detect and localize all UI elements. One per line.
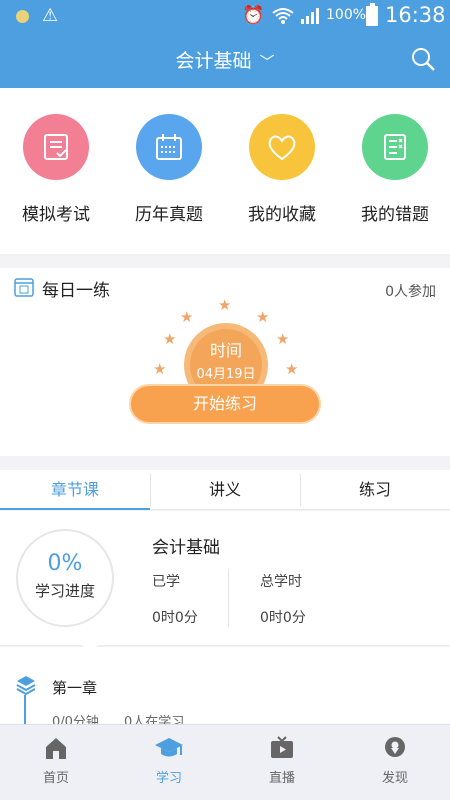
notification-dot-icon bbox=[16, 10, 29, 23]
divider bbox=[228, 569, 229, 627]
page-title: 会计基础 bbox=[175, 50, 252, 72]
course-summary: 0% 学习进度 会计基础 已学 0时0分 总学时 0时0分 bbox=[0, 511, 450, 655]
mock-exam-button[interactable]: 模拟考试 bbox=[0, 114, 112, 225]
wrong-list-icon bbox=[362, 114, 428, 180]
chapter-title: 第一章 bbox=[52, 679, 98, 697]
tab-chapters[interactable]: 章节课 bbox=[0, 470, 150, 510]
tab-practice[interactable]: 练习 bbox=[300, 470, 450, 510]
search-icon[interactable] bbox=[410, 46, 436, 72]
heart-icon bbox=[249, 114, 315, 180]
mock-exam-label: 模拟考试 bbox=[22, 205, 90, 225]
nav-study[interactable]: 学习 bbox=[113, 735, 225, 786]
star-icon: ★ bbox=[163, 330, 177, 348]
wrong-answers-button[interactable]: 我的错题 bbox=[339, 114, 450, 225]
past-exams-label: 历年真题 bbox=[135, 205, 203, 225]
clock: 16:38 bbox=[385, 3, 446, 27]
course-title: 会计基础 bbox=[152, 538, 220, 558]
star-icon: ★ bbox=[218, 296, 232, 314]
progress-label: 学习进度 bbox=[34, 582, 95, 600]
alarm-icon: ⏰ bbox=[242, 5, 265, 26]
star-icon: ★ bbox=[276, 330, 290, 348]
chevron-down-icon: ﹀ bbox=[259, 53, 275, 71]
total-hours-label: 总学时 bbox=[260, 574, 302, 590]
past-exams-button[interactable]: 历年真题 bbox=[113, 114, 225, 225]
signal-icon bbox=[301, 8, 319, 24]
bottom-nav: 首页 学习 直播 发现 bbox=[0, 724, 450, 800]
graduation-cap-icon bbox=[155, 738, 183, 757]
timeline-line bbox=[24, 695, 26, 727]
status-bar: ⚠ ⏰ 100% 16:38 bbox=[0, 0, 450, 32]
battery-level: 100% bbox=[326, 7, 367, 23]
star-icon: ★ bbox=[153, 360, 167, 378]
studied-label: 已学 bbox=[152, 574, 180, 590]
studied-value: 0时0分 bbox=[152, 610, 198, 626]
location-pin-icon bbox=[385, 737, 405, 757]
nav-discover-label: 发现 bbox=[381, 771, 408, 786]
quick-actions: 模拟考试 历年真题 我的收藏 我的错题 bbox=[0, 88, 450, 254]
subject-selector[interactable]: 会计基础 ﹀ bbox=[0, 46, 450, 73]
time-label: 时间 bbox=[209, 341, 242, 360]
layers-icon bbox=[16, 676, 36, 695]
wifi-icon bbox=[272, 8, 294, 24]
wrong-answers-label: 我的错题 bbox=[361, 205, 429, 225]
progress-percent: 0% bbox=[47, 551, 83, 576]
participant-count: 0人参加 bbox=[385, 284, 436, 300]
nav-study-label: 学习 bbox=[155, 771, 182, 786]
live-tv-icon bbox=[271, 736, 293, 758]
star-icon: ★ bbox=[180, 308, 194, 326]
practice-date: 04月19日 bbox=[196, 367, 256, 382]
favorites-label: 我的收藏 bbox=[248, 205, 316, 225]
app-bar: 会计基础 ﹀ bbox=[0, 32, 450, 88]
tab-handouts[interactable]: 讲义 bbox=[150, 470, 300, 510]
nav-live[interactable]: 直播 bbox=[226, 735, 338, 786]
progress-ring: 0% 学习进度 bbox=[16, 529, 114, 627]
chapter-item[interactable]: 第一章 0/0分钟 0人在学习 bbox=[0, 647, 450, 727]
daily-practice-title: 每日一练 bbox=[42, 281, 110, 301]
exam-paper-icon bbox=[23, 114, 89, 180]
battery-icon bbox=[366, 3, 378, 26]
calendar-icon bbox=[14, 278, 34, 297]
nav-discover[interactable]: 发现 bbox=[339, 735, 450, 786]
start-practice-button[interactable]: 开始练习 bbox=[129, 384, 321, 424]
favorites-button[interactable]: 我的收藏 bbox=[226, 114, 338, 225]
warning-icon: ⚠ bbox=[42, 5, 59, 26]
nav-home-label: 首页 bbox=[42, 771, 69, 786]
star-icon: ★ bbox=[256, 308, 270, 326]
course-tabs: 章节课 讲义 练习 bbox=[0, 470, 450, 510]
nav-home[interactable]: 首页 bbox=[0, 735, 112, 786]
daily-practice-card: 每日一练 0人参加 ★ ★ ★ ★ ★ ★ ★ 时间 04月19日 开始练习 bbox=[0, 268, 450, 456]
calendar-icon bbox=[136, 114, 202, 180]
star-icon: ★ bbox=[285, 360, 299, 378]
home-icon bbox=[46, 738, 66, 759]
nav-live-label: 直播 bbox=[268, 771, 295, 786]
total-hours-value: 0时0分 bbox=[260, 610, 306, 626]
